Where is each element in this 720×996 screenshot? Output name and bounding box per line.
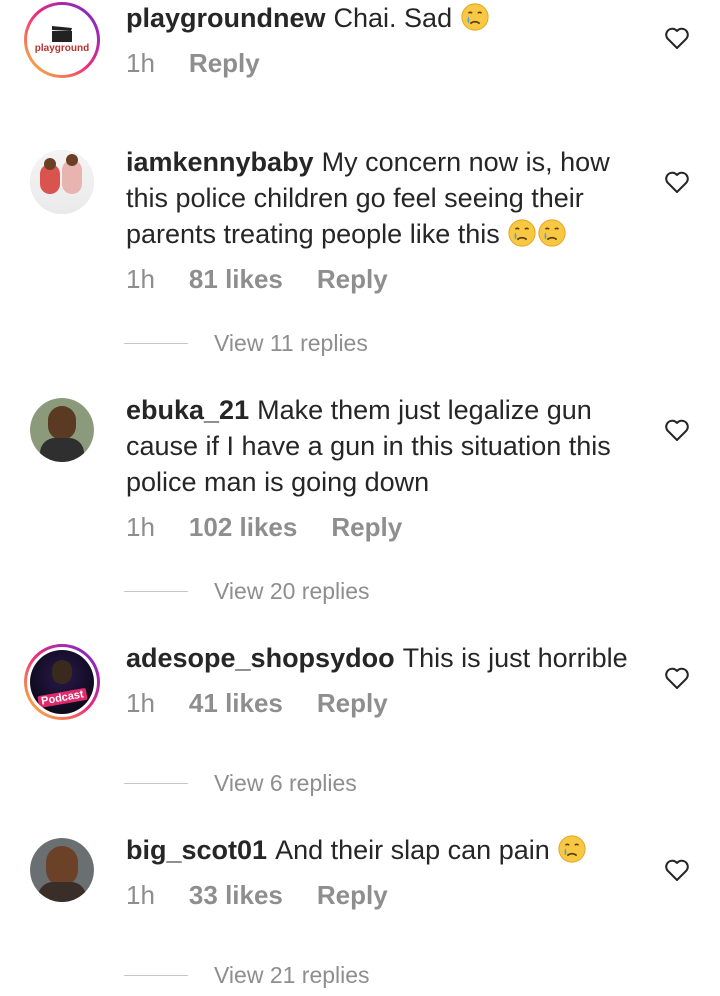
comment-meta: 1h 41 likes Reply [126,688,422,719]
comment-meta: 1h 33 likes Reply [126,880,422,911]
avatar[interactable]: Podcast [24,644,100,720]
divider-line [124,343,188,344]
comment-username[interactable]: iamkennybaby [126,147,314,177]
divider-line [124,783,188,784]
reply-button[interactable]: Reply [317,688,388,719]
view-replies-button[interactable]: View 11 replies [124,330,368,357]
divider-line [124,975,188,976]
comment-time: 1h [126,48,155,78]
comment-text: Chai. Sad [333,3,453,33]
avatar-logo-text: Podcast [36,687,88,709]
heart-icon[interactable] [664,666,690,690]
avatar[interactable] [30,398,94,462]
heart-icon[interactable] [664,170,690,194]
comment-username[interactable]: big_scot01 [126,835,267,865]
avatar[interactable]: playground [24,2,100,78]
view-replies-label: View 11 replies [214,330,368,356]
comment-time: 1h [126,512,155,542]
crying-face-icon [558,835,586,863]
comment-body: playgroundnew Chai. Sad [126,0,646,36]
comment-username[interactable]: playgroundnew [126,3,326,33]
view-replies-button[interactable]: View 21 replies [124,962,370,989]
reply-button[interactable]: Reply [317,880,388,911]
likes-count[interactable]: 81 likes [189,264,283,295]
view-replies-button[interactable]: View 6 replies [124,770,357,797]
crying-face-icon [461,3,489,31]
heart-icon[interactable] [664,26,690,50]
comment-meta: 1h 102 likes Reply [126,512,436,543]
view-replies-label: View 20 replies [214,578,370,604]
view-replies-button[interactable]: View 20 replies [124,578,370,605]
likes-count[interactable]: 33 likes [189,880,283,911]
comment-body: adesope_shopsydoo This is just horrible [126,640,646,676]
crying-face-icon [508,219,536,247]
comment-username[interactable]: ebuka_21 [126,395,249,425]
avatar-logo-text: playground [34,43,90,54]
comment-time: 1h [126,264,155,294]
view-replies-label: View 6 replies [214,770,357,796]
likes-count[interactable]: 41 likes [189,688,283,719]
comment-body: ebuka_21 Make them just legalize gun caus… [126,392,646,500]
comment-meta: 1h 81 likes Reply [126,264,422,295]
comment-body: big_scot01 And their slap can pain [126,832,646,868]
avatar[interactable] [30,150,94,214]
reply-button[interactable]: Reply [317,264,388,295]
crying-face-icon [538,219,566,247]
avatar[interactable] [30,838,94,902]
comment-username[interactable]: adesope_shopsydoo [126,643,395,673]
likes-count[interactable]: 102 likes [189,512,297,543]
heart-icon[interactable] [664,418,690,442]
clapperboard-icon [52,26,72,42]
heart-icon[interactable] [664,858,690,882]
reply-button[interactable]: Reply [189,48,260,79]
view-replies-label: View 21 replies [214,962,370,988]
comment-time: 1h [126,688,155,718]
comment-body: iamkennybaby My concern now is, how this … [126,144,646,252]
comment-meta: 1h Reply [126,48,294,79]
comment-text: And their slap can pain [275,835,550,865]
reply-button[interactable]: Reply [331,512,402,543]
comment-text: This is just horrible [402,643,628,673]
divider-line [124,591,188,592]
comment-time: 1h [126,880,155,910]
